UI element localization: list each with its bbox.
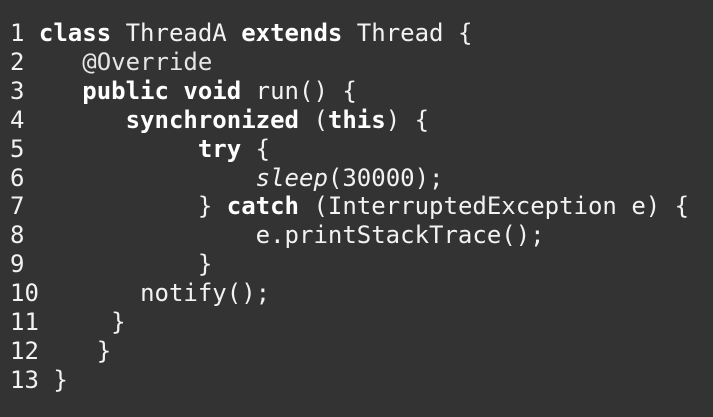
code-line: 7 } catch (InterruptedException e) { bbox=[10, 192, 689, 221]
keyword-token: catch bbox=[226, 192, 299, 221]
line-number: 12 bbox=[10, 336, 39, 365]
keyword-token: void bbox=[183, 76, 242, 105]
annotation-token: @Override bbox=[82, 47, 213, 76]
method-token: sleep bbox=[255, 163, 328, 192]
code-line: 1 class ThreadA extends Thread { bbox=[10, 19, 689, 48]
code-token: e.printStackTrace(); bbox=[255, 221, 545, 250]
code-token: ThreadA bbox=[111, 19, 242, 47]
code-line: 11 } bbox=[10, 308, 689, 337]
line-number: 9 bbox=[10, 250, 25, 279]
code-line: 9 } bbox=[10, 250, 689, 279]
line-number: 6 bbox=[10, 163, 25, 192]
code-line: 13 } bbox=[10, 366, 689, 395]
code-token: ) { bbox=[385, 105, 430, 134]
code-line: 10 notify(); bbox=[10, 279, 689, 308]
line-number: 10 bbox=[10, 279, 39, 308]
code-token: } bbox=[53, 365, 68, 394]
code-token: { bbox=[241, 134, 271, 163]
code-line: 3 public void run() { bbox=[10, 77, 689, 106]
keyword-token: class bbox=[38, 19, 112, 47]
line-number: 7 bbox=[10, 192, 25, 221]
code-token: run() { bbox=[241, 76, 357, 105]
line-number: 8 bbox=[10, 221, 25, 250]
code-line: 12 } bbox=[10, 337, 689, 366]
line-number: 3 bbox=[10, 76, 25, 105]
code-token: } bbox=[197, 250, 213, 279]
keyword-token: extends bbox=[241, 19, 343, 47]
keyword-token: try bbox=[197, 134, 242, 163]
keyword-token: this bbox=[327, 105, 386, 134]
code-token: Thread { bbox=[342, 19, 473, 47]
code-token: } bbox=[197, 192, 227, 221]
line-number: 1 bbox=[10, 19, 25, 47]
code-block: 1 class ThreadA extends Thread {2 @Overr… bbox=[10, 19, 689, 395]
line-number: 2 bbox=[10, 47, 25, 76]
line-number: 4 bbox=[10, 105, 25, 134]
code-token: (30000); bbox=[327, 163, 444, 192]
code-token: notify(); bbox=[140, 279, 271, 308]
line-number: 11 bbox=[10, 308, 39, 337]
line-number: 13 bbox=[10, 365, 39, 394]
keyword-token: public bbox=[82, 76, 169, 105]
code-line: 8 e.printStackTrace(); bbox=[10, 221, 689, 250]
keyword-token: synchronized bbox=[125, 105, 299, 134]
code-line: 5 try { bbox=[10, 135, 689, 164]
code-line: 2 @Override bbox=[10, 48, 689, 77]
code-line: 6 sleep(30000); bbox=[10, 164, 689, 193]
code-line: 4 synchronized (this) { bbox=[10, 106, 689, 135]
code-token: } bbox=[111, 308, 126, 337]
line-number: 5 bbox=[10, 134, 25, 163]
code-token: ( bbox=[299, 105, 328, 134]
code-token: } bbox=[96, 336, 112, 365]
code-token: (InterruptedException e) { bbox=[299, 192, 690, 221]
